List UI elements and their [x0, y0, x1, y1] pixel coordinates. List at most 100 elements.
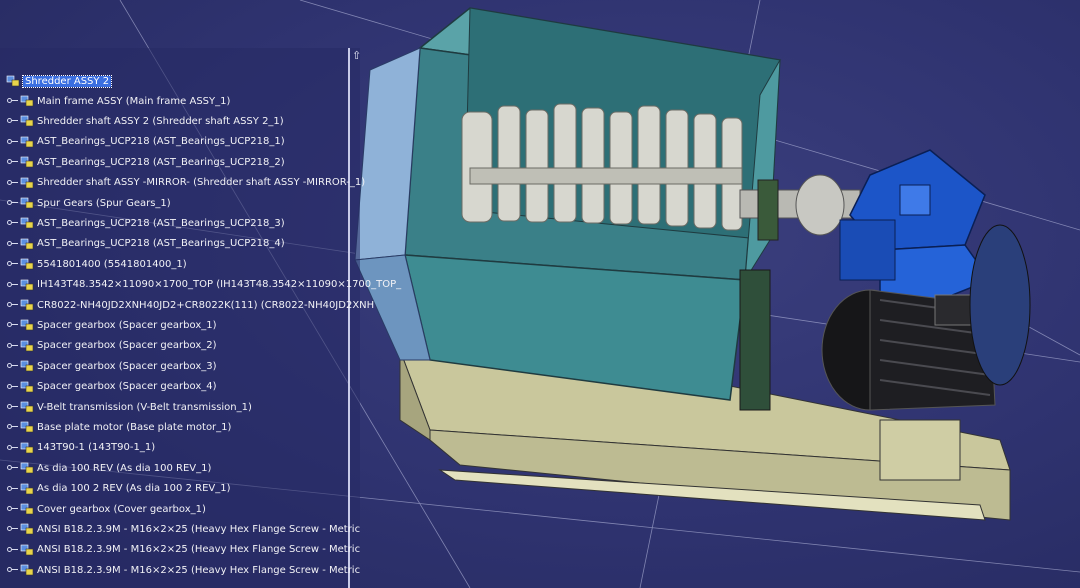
tree-connector-icon[interactable]: [6, 97, 18, 105]
tree-item-label: 143T90-1 (143T90-1_1): [37, 442, 156, 454]
product-part-icon: [20, 318, 34, 332]
tree-connector-icon[interactable]: [6, 546, 18, 554]
tree-connector-icon[interactable]: [6, 260, 18, 268]
tree-item-label: As dia 100 2 REV (As dia 100 2 REV_1): [37, 483, 231, 495]
tree-item-label: As dia 100 REV (As dia 100 REV_1): [37, 462, 212, 474]
tree-connector-icon[interactable]: [6, 505, 18, 513]
tree-item[interactable]: AST_Bearings_UCP218 (AST_Bearings_UCP218…: [6, 214, 285, 232]
tree-connector-icon[interactable]: [6, 301, 18, 309]
tree-connector-icon[interactable]: [6, 342, 18, 350]
tree-connector-icon[interactable]: [6, 403, 18, 411]
tree-item-label: Cover gearbox (Cover gearbox_1): [37, 503, 206, 515]
product-part-icon: [20, 380, 34, 394]
tree-connector-icon[interactable]: [6, 383, 18, 391]
tree-item[interactable]: IH143T48.3542×11090×1700_TOP (IH143T48.3…: [6, 276, 401, 294]
tree-root[interactable]: Shredder ASSY 2: [6, 72, 113, 90]
product-part-icon: [20, 563, 34, 577]
tree-item-label: ANSI B18.2.3.9M - M16×2×25 (Heavy Hex Fl…: [37, 564, 361, 576]
tree-connector-icon[interactable]: [6, 485, 18, 493]
tree-item[interactable]: Main frame ASSY (Main frame ASSY_1): [6, 92, 230, 110]
tree-connector-icon[interactable]: [6, 199, 18, 207]
tree-connector-icon[interactable]: [6, 444, 18, 452]
scroll-up-icon[interactable]: ⇧: [352, 50, 361, 62]
product-part-icon: [20, 237, 34, 251]
tree-item[interactable]: ANSI B18.2.3.9M - M16×2×25 (Heavy Hex Fl…: [6, 561, 360, 579]
product-part-icon: [20, 114, 34, 128]
tree-connector-icon[interactable]: [6, 464, 18, 472]
tree-item-label: Base plate motor (Base plate motor_1): [37, 421, 232, 433]
product-part-icon: [20, 339, 34, 353]
product-part-icon: [20, 94, 34, 108]
shredder-blades: [461, 103, 743, 231]
product-part-icon: [20, 359, 34, 373]
tree-item-label: AST_Bearings_UCP218 (AST_Bearings_UCP218…: [37, 136, 285, 148]
tree-scrollbar[interactable]: ⇧: [348, 48, 366, 588]
tree-item-label: Shredder shaft ASSY 2 (Shredder shaft AS…: [37, 115, 284, 127]
gearbox: [839, 149, 992, 301]
product-part-icon: [20, 257, 34, 271]
tree-item-label: Spacer gearbox (Spacer gearbox_3): [37, 360, 217, 372]
tree-connector-icon[interactable]: [6, 525, 18, 533]
product-part-icon: [20, 543, 34, 557]
tree-item-label: Spur Gears (Spur Gears_1): [37, 197, 171, 209]
tree-item-label: ANSI B18.2.3.9M - M16×2×25 (Heavy Hex Fl…: [37, 523, 361, 535]
product-part-icon: [20, 135, 34, 149]
product-part-icon: [20, 482, 34, 496]
tree-connector-icon[interactable]: [6, 158, 18, 166]
tree-item[interactable]: AST_Bearings_UCP218 (AST_Bearings_UCP218…: [6, 235, 285, 253]
tree-item[interactable]: AST_Bearings_UCP218 (AST_Bearings_UCP218…: [6, 133, 285, 151]
tree-item-label: 5541801400 (5541801400_1): [37, 258, 187, 270]
tree-item[interactable]: As dia 100 2 REV (As dia 100 2 REV_1): [6, 480, 231, 498]
tree-item-label: ANSI B18.2.3.9M - M16×2×25 (Heavy Hex Fl…: [37, 544, 361, 556]
tree-item[interactable]: Shredder shaft ASSY -MIRROR- (Shredder s…: [6, 174, 365, 192]
product-icon: [6, 74, 20, 88]
tree-item[interactable]: 143T90-1 (143T90-1_1): [6, 439, 155, 457]
tree-connector-icon[interactable]: [6, 219, 18, 227]
tree-item[interactable]: Spacer gearbox (Spacer gearbox_4): [6, 378, 217, 396]
tree-item-label: Spacer gearbox (Spacer gearbox_1): [37, 319, 217, 331]
tree-item-label: Shredder shaft ASSY -MIRROR- (Shredder s…: [37, 177, 366, 189]
tree-item[interactable]: As dia 100 REV (As dia 100 REV_1): [6, 459, 211, 477]
product-part-icon: [20, 502, 34, 516]
tree-item-label: AST_Bearings_UCP218 (AST_Bearings_UCP218…: [37, 217, 285, 229]
tree-item-label: Main frame ASSY (Main frame ASSY_1): [37, 95, 231, 107]
tree-item-label: AST_Bearings_UCP218 (AST_Bearings_UCP218…: [37, 238, 285, 250]
product-part-icon: [20, 298, 34, 312]
product-part-icon: [20, 176, 34, 190]
tree-item[interactable]: ANSI B18.2.3.9M - M16×2×25 (Heavy Hex Fl…: [6, 520, 360, 538]
tree-connector-icon[interactable]: [6, 138, 18, 146]
tree-item[interactable]: Spacer gearbox (Spacer gearbox_3): [6, 357, 217, 375]
tree-connector-icon[interactable]: [6, 362, 18, 370]
product-part-icon: [20, 522, 34, 536]
tree-item[interactable]: V-Belt transmission (V-Belt transmission…: [6, 398, 252, 416]
tree-item[interactable]: Spacer gearbox (Spacer gearbox_1): [6, 316, 217, 334]
tree-item-label: IH143T48.3542×11090×1700_TOP (IH143T48.3…: [37, 279, 402, 291]
tree-connector-icon[interactable]: [6, 117, 18, 125]
tree-item[interactable]: Base plate motor (Base plate motor_1): [6, 418, 231, 436]
product-part-icon: [20, 441, 34, 455]
product-part-icon: [20, 216, 34, 230]
tree-item[interactable]: Shredder shaft ASSY 2 (Shredder shaft AS…: [6, 112, 284, 130]
tree-item-label: AST_Bearings_UCP218 (AST_Bearings_UCP218…: [37, 156, 285, 168]
tree-item[interactable]: Spacer gearbox (Spacer gearbox_2): [6, 337, 217, 355]
tree-connector-icon[interactable]: [6, 179, 18, 187]
tree-root-label: Shredder ASSY 2: [21, 74, 113, 88]
tree-item[interactable]: CR8022-NH40JD2XNH40JD2+CR8022K(111) (CR8…: [6, 296, 374, 314]
tree-item[interactable]: Spur Gears (Spur Gears_1): [6, 194, 171, 212]
tree-item[interactable]: 5541801400 (5541801400_1): [6, 255, 187, 273]
tree-connector-icon[interactable]: [6, 423, 18, 431]
tree-item-label: CR8022-NH40JD2XNH40JD2+CR8022K(111) (CR8…: [37, 299, 375, 311]
tree-item[interactable]: ANSI B18.2.3.9M - M16×2×25 (Heavy Hex Fl…: [6, 541, 360, 559]
tree-connector-icon[interactable]: [6, 281, 18, 289]
product-part-icon: [20, 196, 34, 210]
tree-connector-icon[interactable]: [6, 240, 18, 248]
product-part-icon: [20, 420, 34, 434]
tree-item-label: V-Belt transmission (V-Belt transmission…: [37, 401, 252, 413]
tree-connector-icon[interactable]: [6, 566, 18, 574]
tree-item[interactable]: AST_Bearings_UCP218 (AST_Bearings_UCP218…: [6, 153, 285, 171]
product-part-icon: [20, 400, 34, 414]
tree-item-label: Spacer gearbox (Spacer gearbox_2): [37, 340, 217, 352]
product-part-icon: [20, 155, 34, 169]
tree-connector-icon[interactable]: [6, 321, 18, 329]
tree-item[interactable]: Cover gearbox (Cover gearbox_1): [6, 500, 206, 518]
